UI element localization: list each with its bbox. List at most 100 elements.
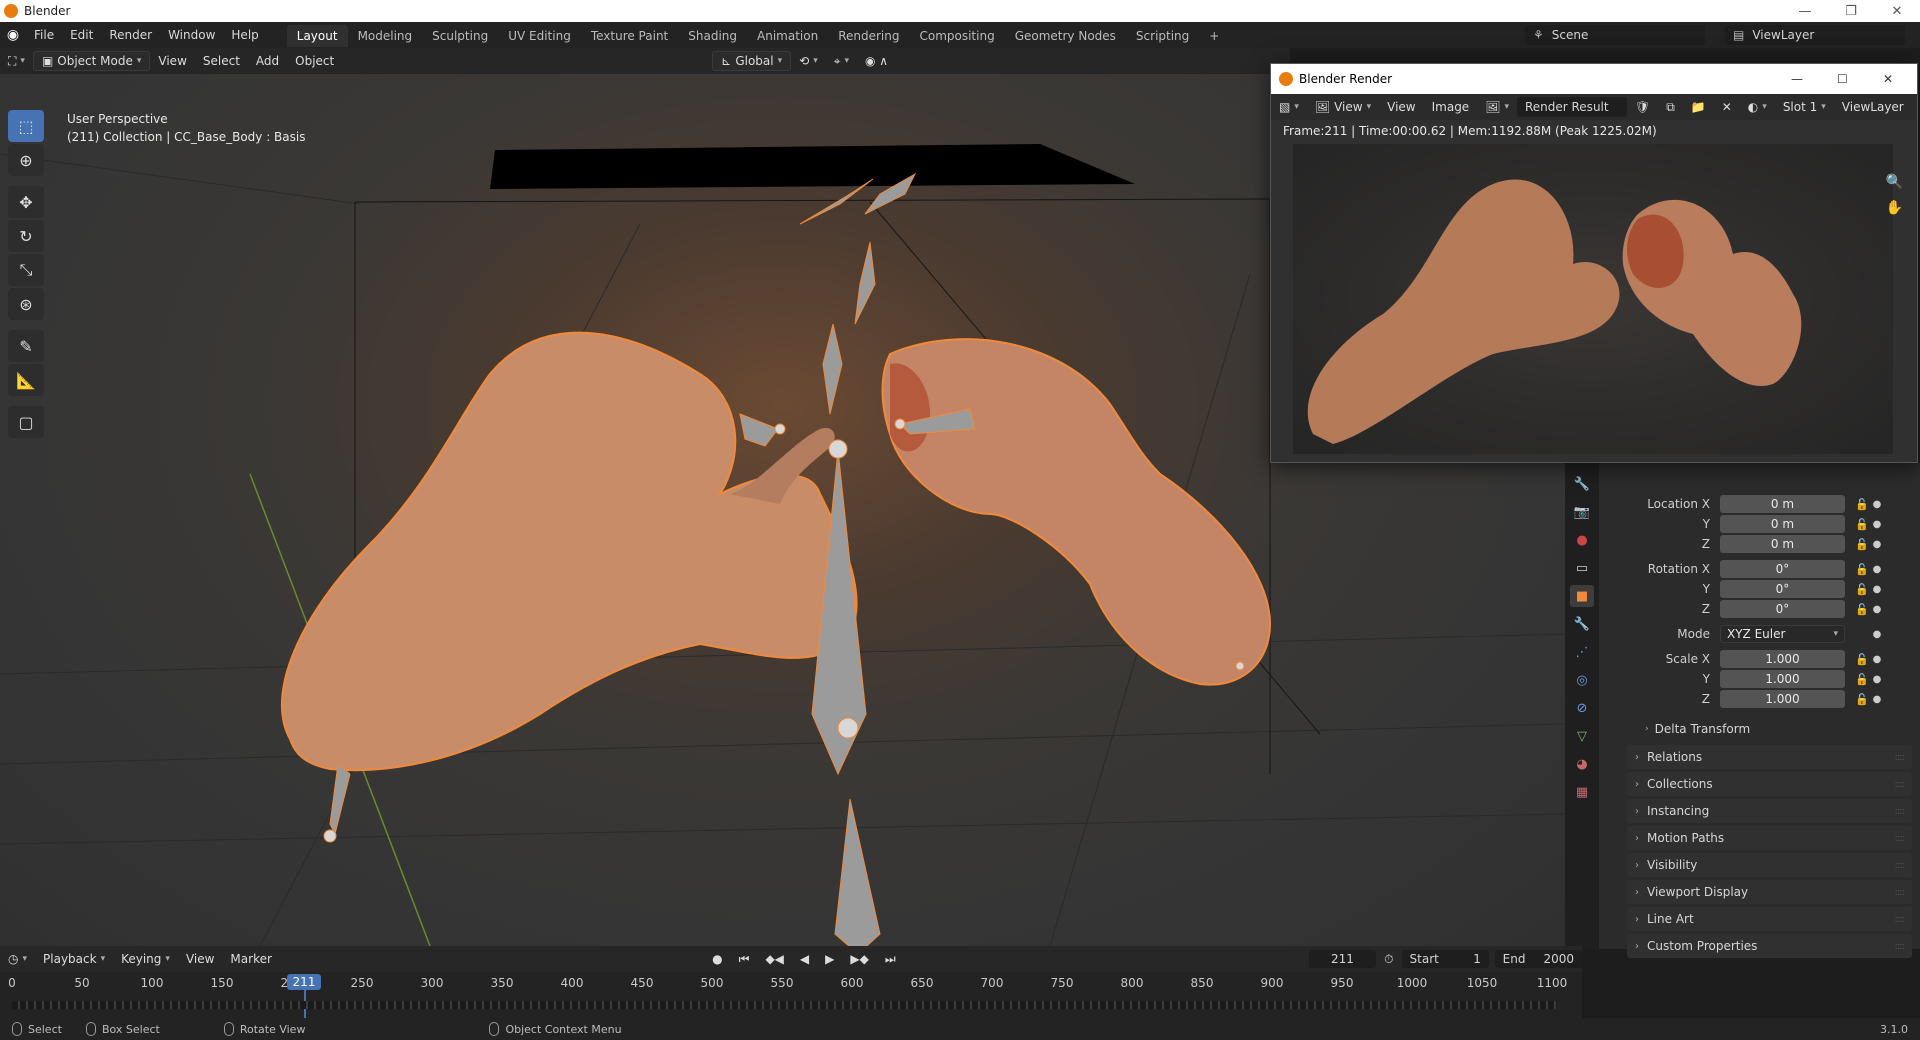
keyframe-dot-icon[interactable]: ● bbox=[1871, 654, 1883, 665]
keyframe-strip[interactable] bbox=[12, 1001, 1557, 1009]
keyframe-dot-icon[interactable]: ● bbox=[1871, 674, 1883, 685]
section-instancing[interactable]: › Instancing:::: bbox=[1627, 799, 1912, 823]
tab-sculpting[interactable]: Sculpting bbox=[422, 25, 498, 47]
keyframe-dot-icon[interactable]: ● bbox=[1871, 564, 1883, 575]
location-x-field[interactable]: 0 m bbox=[1720, 495, 1845, 513]
lock-icon[interactable]: 🔓 bbox=[1853, 563, 1871, 576]
transform-tool-icon[interactable]: ⊛ bbox=[8, 288, 44, 320]
tab-uv-editing[interactable]: UV Editing bbox=[498, 25, 581, 47]
keyframe-dot-icon[interactable]: ● bbox=[1871, 519, 1883, 530]
tab-rendering[interactable]: Rendering bbox=[828, 25, 909, 47]
image-view-mode[interactable]: 🖼 View ▾ bbox=[1307, 97, 1379, 117]
minimize-icon[interactable]: — bbox=[1791, 72, 1803, 86]
modifier-properties-icon[interactable]: 🔧 bbox=[1570, 613, 1594, 635]
tab-shading[interactable]: Shading bbox=[678, 25, 747, 47]
unlink-icon[interactable]: ✕ bbox=[1714, 97, 1740, 117]
image-browse-icon[interactable]: 🖼 ▾ bbox=[1477, 97, 1517, 117]
header-menu-view[interactable]: View bbox=[150, 51, 194, 71]
editor-type-icon[interactable]: ▧ ▾ bbox=[1271, 97, 1307, 117]
location-z-field[interactable]: 0 m bbox=[1720, 535, 1845, 553]
select-tool-icon[interactable]: ⬚ bbox=[8, 110, 44, 142]
jump-start-icon[interactable]: ⏮ bbox=[731, 949, 758, 969]
data-properties-icon[interactable]: ▽ bbox=[1570, 725, 1594, 747]
proportional-edit-icon[interactable]: ◉ ∧ bbox=[857, 51, 896, 71]
restore-icon[interactable]: ❐ bbox=[1828, 0, 1874, 22]
current-frame-field[interactable]: 211 bbox=[1308, 950, 1377, 968]
snap-icon[interactable]: ⌖ ▾ bbox=[826, 51, 857, 71]
header-menu-add[interactable]: Add bbox=[248, 51, 287, 71]
tab-compositing[interactable]: Compositing bbox=[909, 25, 1004, 47]
tab-geometry-nodes[interactable]: Geometry Nodes bbox=[1005, 25, 1126, 47]
menu-marker[interactable]: Marker bbox=[222, 949, 279, 969]
menu-help[interactable]: Help bbox=[223, 22, 266, 48]
view-layer-selector[interactable]: ▤ ViewLayer bbox=[1725, 25, 1905, 45]
lock-icon[interactable]: 🔓 bbox=[1853, 603, 1871, 616]
start-frame-field[interactable]: Start 1 bbox=[1401, 950, 1489, 968]
section-collections[interactable]: › Collections:::: bbox=[1627, 772, 1912, 796]
drag-handle-icon[interactable]: :::: bbox=[1895, 779, 1906, 790]
left-arm-mesh[interactable] bbox=[281, 331, 858, 772]
section-line-art[interactable]: › Line Art:::: bbox=[1627, 907, 1912, 931]
lock-icon[interactable]: 🔓 bbox=[1853, 653, 1871, 666]
end-frame-field[interactable]: End 2000 bbox=[1494, 950, 1582, 968]
cursor-tool-icon[interactable]: ⊕ bbox=[8, 144, 44, 176]
add-workspace-icon[interactable]: + bbox=[1199, 25, 1229, 47]
material-properties-icon[interactable]: ◕ bbox=[1570, 753, 1594, 775]
record-icon[interactable]: ● bbox=[704, 949, 730, 969]
add-cube-tool-icon[interactable]: ▢ bbox=[8, 406, 44, 438]
object-properties-icon[interactable]: ■ bbox=[1570, 585, 1594, 607]
pivot-icon[interactable]: ⟲ ▾ bbox=[791, 51, 826, 71]
location-y-field[interactable]: 0 m bbox=[1720, 515, 1845, 533]
menu-file[interactable]: File bbox=[26, 22, 62, 48]
header-menu-object[interactable]: Object bbox=[287, 51, 342, 71]
lock-icon[interactable]: 🔓 bbox=[1853, 673, 1871, 686]
keyframe-dot-icon[interactable]: ● bbox=[1871, 604, 1883, 615]
section-viewport-display[interactable]: › Viewport Display:::: bbox=[1627, 880, 1912, 904]
timeline-body[interactable]: 0 50 100 150 200 250 300 350 400 450 500… bbox=[0, 972, 1582, 1018]
open-image-icon[interactable]: 📁 bbox=[1683, 97, 1714, 117]
menu-keying[interactable]: Keying ▾ bbox=[113, 949, 178, 969]
keyframe-dot-icon[interactable]: ● bbox=[1871, 584, 1883, 595]
menu-window[interactable]: Window bbox=[160, 22, 223, 48]
zoom-icon[interactable]: 🔍 bbox=[1886, 174, 1903, 190]
move-tool-icon[interactable]: ✥ bbox=[8, 186, 44, 218]
play-reverse-icon[interactable]: ◀ bbox=[792, 949, 817, 969]
right-arm-mesh[interactable] bbox=[881, 338, 1272, 686]
drag-handle-icon[interactable]: :::: bbox=[1895, 941, 1906, 952]
delta-transform-subpanel[interactable]: › Delta Transform bbox=[1645, 722, 1750, 736]
render-view-layer[interactable]: ViewLayer bbox=[1834, 97, 1912, 117]
rotation-x-field[interactable]: 0° bbox=[1720, 560, 1845, 578]
stopwatch-icon[interactable]: ⏱ bbox=[1376, 949, 1401, 969]
scale-z-field[interactable]: 1.000 bbox=[1720, 690, 1845, 708]
keyframe-dot-icon[interactable]: ● bbox=[1871, 694, 1883, 705]
blender-menu-icon[interactable]: ◉ bbox=[0, 27, 26, 43]
drag-handle-icon[interactable]: :::: bbox=[1895, 887, 1906, 898]
drag-handle-icon[interactable]: :::: bbox=[1895, 806, 1906, 817]
drag-handle-icon[interactable]: :::: bbox=[1895, 833, 1906, 844]
close-icon[interactable]: ✕ bbox=[1883, 72, 1893, 86]
tab-modeling[interactable]: Modeling bbox=[348, 25, 423, 47]
lock-icon[interactable]: 🔓 bbox=[1853, 498, 1871, 511]
render-properties-icon[interactable]: 📷 bbox=[1570, 501, 1594, 523]
next-keyframe-icon[interactable]: ▶◆ bbox=[842, 949, 876, 969]
keyframe-dot-icon[interactable]: ● bbox=[1871, 499, 1883, 510]
annotate-tool-icon[interactable]: ✎ bbox=[8, 330, 44, 362]
section-motion-paths[interactable]: › Motion Paths:::: bbox=[1627, 826, 1912, 850]
render-result-image[interactable] bbox=[1293, 144, 1893, 454]
section-relations[interactable]: › Relations:::: bbox=[1627, 745, 1912, 769]
minimize-icon[interactable]: — bbox=[1782, 0, 1828, 22]
collection-properties-icon[interactable]: ▭ bbox=[1570, 557, 1594, 579]
drag-handle-icon[interactable]: :::: bbox=[1895, 752, 1906, 763]
particles-properties-icon[interactable]: ⋰ bbox=[1570, 641, 1594, 663]
rotation-y-field[interactable]: 0° bbox=[1720, 580, 1845, 598]
texture-properties-icon[interactable]: ▦ bbox=[1570, 781, 1594, 803]
slot-dropdown[interactable]: Slot 1 ▾ bbox=[1775, 97, 1834, 117]
transform-orientation-dropdown[interactable]: ⊾ Global ▾ bbox=[712, 51, 792, 71]
lock-icon[interactable]: 🔓 bbox=[1853, 693, 1871, 706]
tab-animation[interactable]: Animation bbox=[747, 25, 828, 47]
image-name-field[interactable]: Render Result bbox=[1516, 97, 1627, 117]
rotation-z-field[interactable]: 0° bbox=[1720, 600, 1845, 618]
playhead-frame-label[interactable]: 211 bbox=[287, 974, 321, 990]
lock-icon[interactable]: 🔓 bbox=[1853, 518, 1871, 531]
prev-keyframe-icon[interactable]: ◆◀ bbox=[757, 949, 791, 969]
